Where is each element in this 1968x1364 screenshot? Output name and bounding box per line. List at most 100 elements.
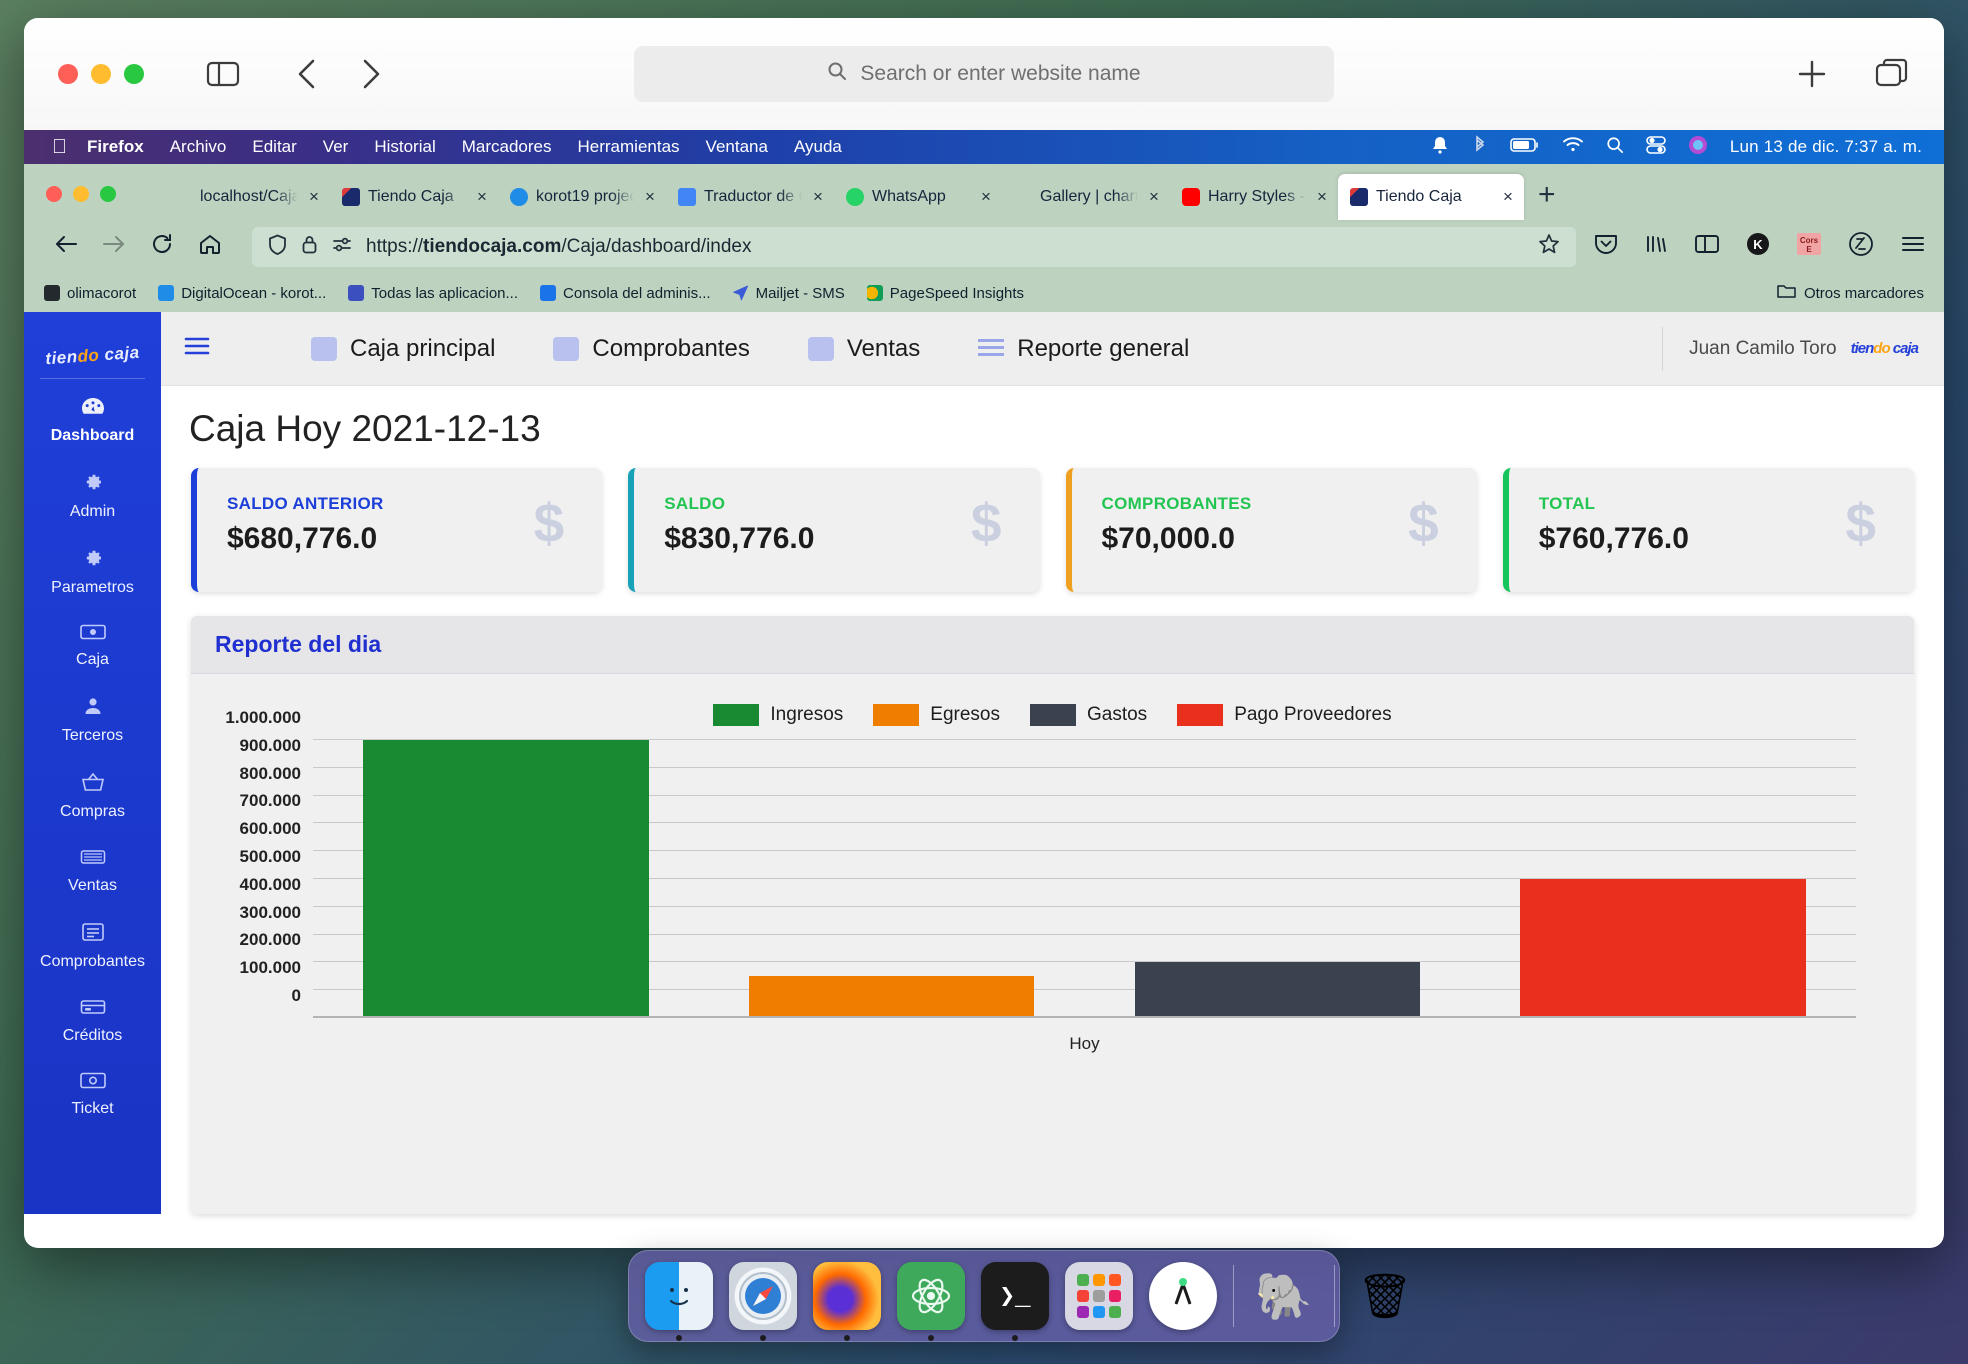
control-center-icon[interactable] (1646, 135, 1666, 159)
nav-link-caja-principal[interactable]: Caja principal (311, 335, 495, 363)
dock-item-terminal[interactable]: ❯_ (981, 1262, 1049, 1330)
bookmark-todas-las-aplicaciones[interactable]: Todas las aplicacion... (348, 285, 518, 302)
bluetooth-off-icon[interactable] (1472, 134, 1488, 160)
bar-gastos[interactable] (1134, 962, 1421, 1018)
maximize-window-button[interactable] (124, 64, 144, 84)
library-icon[interactable] (1644, 233, 1668, 261)
menu-item-firefox[interactable]: Firefox (87, 137, 144, 157)
bookmark-olimacorot[interactable]: olimacorot (44, 285, 136, 302)
sidebar-item-creditos[interactable]: Créditos (24, 984, 161, 1058)
siri-icon[interactable] (1688, 135, 1708, 160)
browser-tab[interactable]: Traductor de Goog × (666, 174, 834, 220)
menu-item-herramientas[interactable]: Herramientas (578, 137, 680, 157)
pocket-icon[interactable] (1594, 233, 1618, 261)
bar-egresos[interactable] (748, 976, 1035, 1018)
user-menu[interactable]: Juan Camilo Toro tiendo caja (1662, 326, 1944, 371)
new-tab-button[interactable]: + (1538, 178, 1556, 220)
browser-tab[interactable]: localhost/Caja/api/repo × (162, 174, 330, 220)
nav-link-reporte-general[interactable]: Reporte general (978, 335, 1189, 363)
menu-item-ayuda[interactable]: Ayuda (794, 137, 842, 157)
menu-item-ventana[interactable]: Ventana (706, 137, 768, 157)
home-icon[interactable] (186, 232, 234, 262)
tabs-icon[interactable] (1874, 58, 1910, 90)
dock-item-firefox[interactable] (813, 1262, 881, 1330)
browser-tab[interactable]: WhatsApp × (834, 174, 1002, 220)
bookmark-digitalocean[interactable]: DigitalOcean - korot... (158, 285, 326, 302)
dock-item-safari[interactable] (729, 1262, 797, 1330)
firefox-traffic-lights[interactable] (46, 186, 116, 220)
permissions-icon[interactable] (332, 235, 352, 259)
legend-item[interactable]: Egresos (873, 704, 1000, 726)
bookmark-mailjet-sms[interactable]: Mailjet - SMS (732, 285, 845, 302)
dock-item-atom[interactable] (897, 1262, 965, 1330)
legend-item[interactable]: Pago Proveedores (1177, 704, 1392, 726)
wifi-icon[interactable] (1562, 136, 1584, 158)
kimi-extension-icon[interactable]: K (1746, 232, 1770, 262)
sidebar-item-ticket[interactable]: Ticket (24, 1058, 161, 1131)
battery-icon[interactable] (1510, 137, 1540, 158)
nav-link-ventas[interactable]: Ventas (807, 335, 920, 363)
minimize-window-button[interactable] (91, 64, 111, 84)
sidebar-item-parametros[interactable]: Parametros (24, 534, 161, 610)
browser-tab[interactable]: Harry Styles - Sign × (1170, 174, 1338, 220)
close-window-button[interactable] (46, 186, 62, 202)
apple-logo-icon[interactable]:  (52, 137, 67, 157)
sidebar-item-dashboard[interactable]: Dashboard (24, 383, 161, 458)
safari-search-field[interactable]: Search or enter website name (634, 46, 1334, 102)
dashlane-extension-icon[interactable] (1848, 231, 1874, 263)
dock-item-trash[interactable]: 🗑 (1351, 1262, 1419, 1330)
legend-item[interactable]: Gastos (1029, 704, 1147, 726)
sidebar-item-caja[interactable]: Caja (24, 610, 161, 682)
chevron-right-icon[interactable] (358, 57, 384, 91)
browser-tab-active[interactable]: Tiendo Caja × (1338, 174, 1524, 220)
cors-extension-icon[interactable]: Cors E (1796, 232, 1822, 262)
arrow-left-icon[interactable] (42, 233, 90, 261)
menu-item-ver[interactable]: Ver (323, 137, 349, 157)
close-icon[interactable]: × (810, 187, 826, 207)
close-icon[interactable]: × (642, 187, 658, 207)
sidebar-item-ventas[interactable]: Ventas (24, 834, 161, 908)
bell-icon[interactable] (1430, 135, 1450, 160)
other-bookmarks-folder[interactable]: Otros marcadores (1777, 284, 1924, 303)
browser-tab[interactable]: Gallery | charts × (1002, 174, 1170, 220)
close-icon[interactable]: × (474, 187, 490, 207)
plus-icon[interactable] (1794, 56, 1830, 92)
lock-icon[interactable] (301, 234, 318, 261)
maximize-window-button[interactable] (100, 186, 116, 202)
close-icon[interactable]: × (1146, 187, 1162, 207)
close-icon[interactable]: × (1314, 187, 1330, 207)
close-icon[interactable]: × (978, 187, 994, 207)
sidebar-item-compras[interactable]: Compras (24, 758, 161, 834)
shield-icon[interactable] (268, 234, 287, 261)
bookmark-pagespeed-insights[interactable]: PageSpeed Insights (866, 285, 1024, 302)
sidebar-icon[interactable] (206, 60, 240, 88)
dock-item-launchpad[interactable] (1065, 1262, 1133, 1330)
menu-bar-clock[interactable]: Lun 13 de dic. 7:37 a. m. (1730, 137, 1922, 157)
reload-icon[interactable] (138, 232, 186, 262)
sidebar-item-comprobantes[interactable]: Comprobantes (24, 908, 161, 984)
dock-item-finder[interactable] (645, 1262, 713, 1330)
window-traffic-lights[interactable] (58, 64, 144, 84)
menu-item-historial[interactable]: Historial (374, 137, 435, 157)
browser-tab[interactable]: Tiendo Caja × (330, 174, 498, 220)
close-window-button[interactable] (58, 64, 78, 84)
url-input[interactable]: https://tiendocaja.com/Caja/dashboard/in… (252, 227, 1576, 267)
reader-sidebar-icon[interactable] (1694, 233, 1720, 261)
legend-item[interactable]: Ingresos (713, 704, 843, 726)
close-icon[interactable]: × (306, 187, 322, 207)
browser-tab[interactable]: korot19 project – D × (498, 174, 666, 220)
sidebar-item-admin[interactable]: Admin (24, 458, 161, 534)
chevron-left-icon[interactable] (294, 57, 320, 91)
hamburger-icon[interactable] (183, 335, 211, 362)
menu-item-marcadores[interactable]: Marcadores (462, 137, 552, 157)
close-icon[interactable]: × (1500, 187, 1516, 207)
menu-item-editar[interactable]: Editar (252, 137, 296, 157)
bookmark-consola-del-administrador[interactable]: Consola del adminis... (540, 285, 711, 302)
sidebar-item-terceros[interactable]: Terceros (24, 682, 161, 758)
menu-item-archivo[interactable]: Archivo (170, 137, 227, 157)
arrow-right-icon[interactable] (90, 233, 138, 261)
bar-ingresos[interactable] (363, 740, 649, 1018)
nav-link-comprobantes[interactable]: Comprobantes (553, 335, 750, 363)
spotlight-search-icon[interactable] (1606, 136, 1624, 159)
menu-icon[interactable] (1900, 234, 1926, 260)
